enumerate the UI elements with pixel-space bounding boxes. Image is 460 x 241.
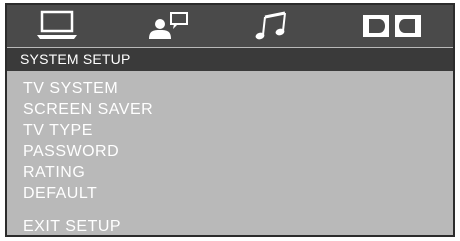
menu-item-tv-system[interactable]: TV SYSTEM (23, 78, 153, 99)
page-title: SYSTEM SETUP (20, 51, 131, 67)
setup-menu-list: TV SYSTEM SCREEN SAVER TV TYPE PASSWORD … (23, 78, 153, 204)
menu-item-tv-type[interactable]: TV TYPE (23, 120, 153, 141)
tv-monitor-icon (37, 10, 77, 39)
menu-item-default[interactable]: DEFAULT (23, 183, 153, 204)
menu-item-password[interactable]: PASSWORD (23, 141, 153, 162)
music-note-icon (255, 11, 286, 40)
setup-menu-panel: SYSTEM SETUP TV SYSTEM SCREEN SAVER TV T… (5, 3, 455, 237)
section-header: SYSTEM SETUP (7, 48, 453, 71)
exit-setup-button[interactable]: EXIT SETUP (23, 216, 121, 237)
menu-item-rating[interactable]: RATING (23, 162, 153, 183)
user-speech-icon (149, 12, 188, 39)
tab-language[interactable] (119, 7, 211, 45)
dolby-icon (363, 15, 421, 37)
tab-audio[interactable] (227, 7, 319, 45)
tab-system[interactable] (11, 7, 103, 45)
tab-dolby[interactable] (337, 7, 447, 45)
tab-bar (7, 5, 453, 47)
top-strip (0, 0, 460, 2)
menu-item-screen-saver[interactable]: SCREEN SAVER (23, 99, 153, 120)
